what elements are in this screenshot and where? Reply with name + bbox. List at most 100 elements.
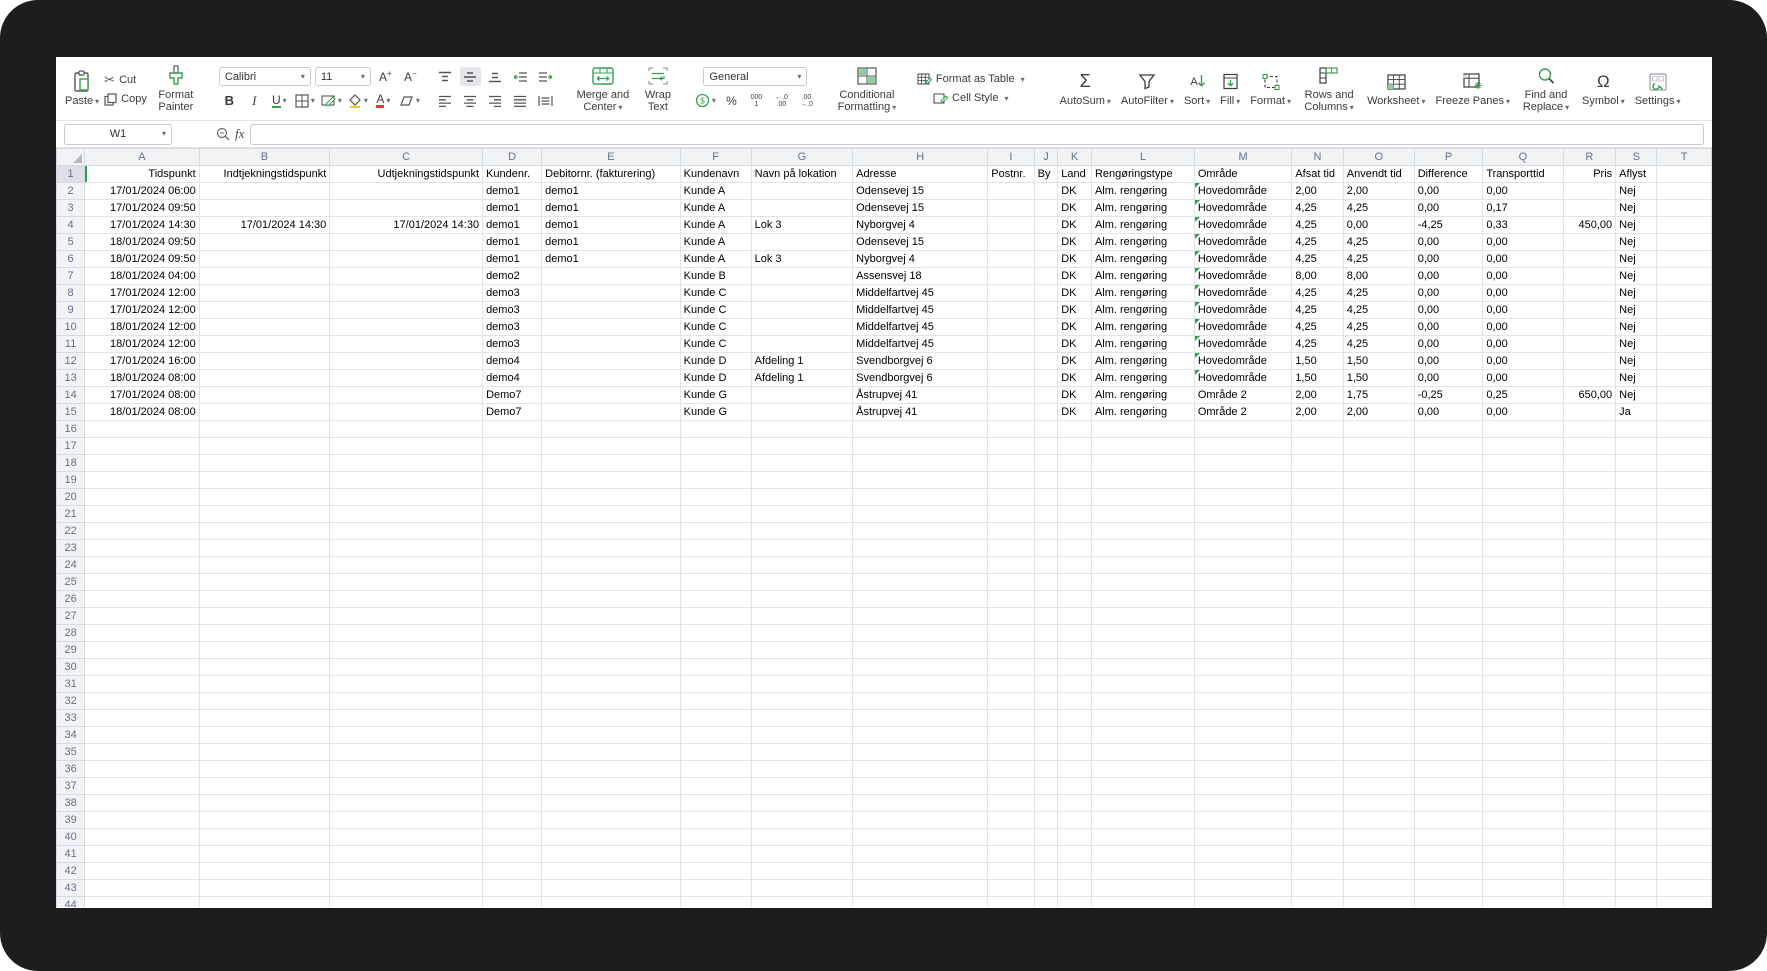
cell-C6[interactable] bbox=[330, 251, 483, 268]
cell-E31[interactable] bbox=[542, 676, 680, 693]
cell-J17[interactable] bbox=[1034, 438, 1058, 455]
cell-P4[interactable]: -4,25 bbox=[1414, 217, 1483, 234]
cell-D33[interactable] bbox=[483, 710, 542, 727]
cell-S42[interactable] bbox=[1616, 863, 1657, 880]
cell-D4[interactable]: demo1 bbox=[483, 217, 542, 234]
cell-F44[interactable] bbox=[680, 897, 751, 908]
cell-G10[interactable] bbox=[751, 319, 853, 336]
cell-N33[interactable] bbox=[1292, 710, 1343, 727]
column-header-F[interactable]: F bbox=[680, 149, 751, 166]
clear-button[interactable]: ▾ bbox=[398, 91, 421, 110]
cell-N43[interactable] bbox=[1292, 880, 1343, 897]
cell-T32[interactable] bbox=[1657, 693, 1712, 710]
cell-S14[interactable]: Nej bbox=[1616, 387, 1657, 404]
cell-L44[interactable] bbox=[1091, 897, 1194, 908]
cell-H21[interactable] bbox=[853, 506, 988, 523]
cell-R7[interactable] bbox=[1563, 268, 1616, 285]
row-header-24[interactable]: 24 bbox=[57, 557, 85, 574]
cell-L33[interactable] bbox=[1091, 710, 1194, 727]
cell-M39[interactable] bbox=[1194, 812, 1292, 829]
cell-N7[interactable]: 8,00 bbox=[1292, 268, 1343, 285]
cell-B41[interactable] bbox=[199, 846, 330, 863]
cell-T23[interactable] bbox=[1657, 540, 1712, 557]
cell-K42[interactable] bbox=[1058, 863, 1092, 880]
cell-J36[interactable] bbox=[1034, 761, 1058, 778]
cell-R41[interactable] bbox=[1563, 846, 1616, 863]
cell-J1[interactable]: By bbox=[1034, 166, 1058, 183]
align-left-button[interactable] bbox=[435, 91, 456, 110]
cell-L9[interactable]: Alm. rengøring bbox=[1091, 302, 1194, 319]
row-header-44[interactable]: 44 bbox=[57, 897, 85, 908]
cell-B6[interactable] bbox=[199, 251, 330, 268]
cell-R24[interactable] bbox=[1563, 557, 1616, 574]
cell-F3[interactable]: Kunde A bbox=[680, 200, 751, 217]
cell-E42[interactable] bbox=[542, 863, 680, 880]
cell-A21[interactable] bbox=[85, 506, 199, 523]
cell-C44[interactable] bbox=[330, 897, 483, 908]
cell-T17[interactable] bbox=[1657, 438, 1712, 455]
cell-G5[interactable] bbox=[751, 234, 853, 251]
cell-M4[interactable]: Hovedområde bbox=[1194, 217, 1292, 234]
cell-K32[interactable] bbox=[1058, 693, 1092, 710]
cell-C11[interactable] bbox=[330, 336, 483, 353]
column-header-S[interactable]: S bbox=[1616, 149, 1657, 166]
cell-Q34[interactable] bbox=[1483, 727, 1563, 744]
cell-J43[interactable] bbox=[1034, 880, 1058, 897]
cell-L8[interactable]: Alm. rengøring bbox=[1091, 285, 1194, 302]
column-header-H[interactable]: H bbox=[853, 149, 988, 166]
cell-J18[interactable] bbox=[1034, 455, 1058, 472]
cell-L35[interactable] bbox=[1091, 744, 1194, 761]
cell-B14[interactable] bbox=[199, 387, 330, 404]
cell-E36[interactable] bbox=[542, 761, 680, 778]
distributed-button[interactable] bbox=[535, 91, 556, 110]
row-header-17[interactable]: 17 bbox=[57, 438, 85, 455]
cell-B39[interactable] bbox=[199, 812, 330, 829]
cell-O35[interactable] bbox=[1343, 744, 1414, 761]
cell-O39[interactable] bbox=[1343, 812, 1414, 829]
font-name-select[interactable]: Calibri ▾ bbox=[219, 67, 311, 86]
cell-C26[interactable] bbox=[330, 591, 483, 608]
cell-L31[interactable] bbox=[1091, 676, 1194, 693]
cell-N39[interactable] bbox=[1292, 812, 1343, 829]
cell-R35[interactable] bbox=[1563, 744, 1616, 761]
cell-E11[interactable] bbox=[542, 336, 680, 353]
cell-E33[interactable] bbox=[542, 710, 680, 727]
cell-I10[interactable] bbox=[988, 319, 1034, 336]
cell-H10[interactable]: Middelfartvej 45 bbox=[853, 319, 988, 336]
cell-K10[interactable]: DK bbox=[1058, 319, 1092, 336]
cell-S25[interactable] bbox=[1616, 574, 1657, 591]
cell-G34[interactable] bbox=[751, 727, 853, 744]
cell-E7[interactable] bbox=[542, 268, 680, 285]
cell-K27[interactable] bbox=[1058, 608, 1092, 625]
cell-S17[interactable] bbox=[1616, 438, 1657, 455]
cell-R23[interactable] bbox=[1563, 540, 1616, 557]
cell-T8[interactable] bbox=[1657, 285, 1712, 302]
cell-R10[interactable] bbox=[1563, 319, 1616, 336]
conditional-formatting-button[interactable]: Conditional Formatting▾ bbox=[831, 63, 903, 115]
cell-Q42[interactable] bbox=[1483, 863, 1563, 880]
cell-D27[interactable] bbox=[483, 608, 542, 625]
cell-R20[interactable] bbox=[1563, 489, 1616, 506]
cell-H17[interactable] bbox=[853, 438, 988, 455]
cell-H27[interactable] bbox=[853, 608, 988, 625]
cell-T33[interactable] bbox=[1657, 710, 1712, 727]
format-painter-button[interactable]: Format Painter bbox=[147, 63, 205, 114]
cell-L29[interactable] bbox=[1091, 642, 1194, 659]
cell-P29[interactable] bbox=[1414, 642, 1483, 659]
rows-and-columns-button[interactable]: Rows and Columns▾ bbox=[1296, 63, 1362, 115]
cell-I4[interactable] bbox=[988, 217, 1034, 234]
cell-J26[interactable] bbox=[1034, 591, 1058, 608]
cell-I14[interactable] bbox=[988, 387, 1034, 404]
cell-B38[interactable] bbox=[199, 795, 330, 812]
cell-J14[interactable] bbox=[1034, 387, 1058, 404]
cell-B43[interactable] bbox=[199, 880, 330, 897]
cell-Q22[interactable] bbox=[1483, 523, 1563, 540]
grow-font-button[interactable]: A+ bbox=[375, 67, 396, 86]
cell-F38[interactable] bbox=[680, 795, 751, 812]
cell-G16[interactable] bbox=[751, 421, 853, 438]
column-header-D[interactable]: D bbox=[483, 149, 542, 166]
cell-M36[interactable] bbox=[1194, 761, 1292, 778]
cell-P30[interactable] bbox=[1414, 659, 1483, 676]
cell-K17[interactable] bbox=[1058, 438, 1092, 455]
cell-D36[interactable] bbox=[483, 761, 542, 778]
